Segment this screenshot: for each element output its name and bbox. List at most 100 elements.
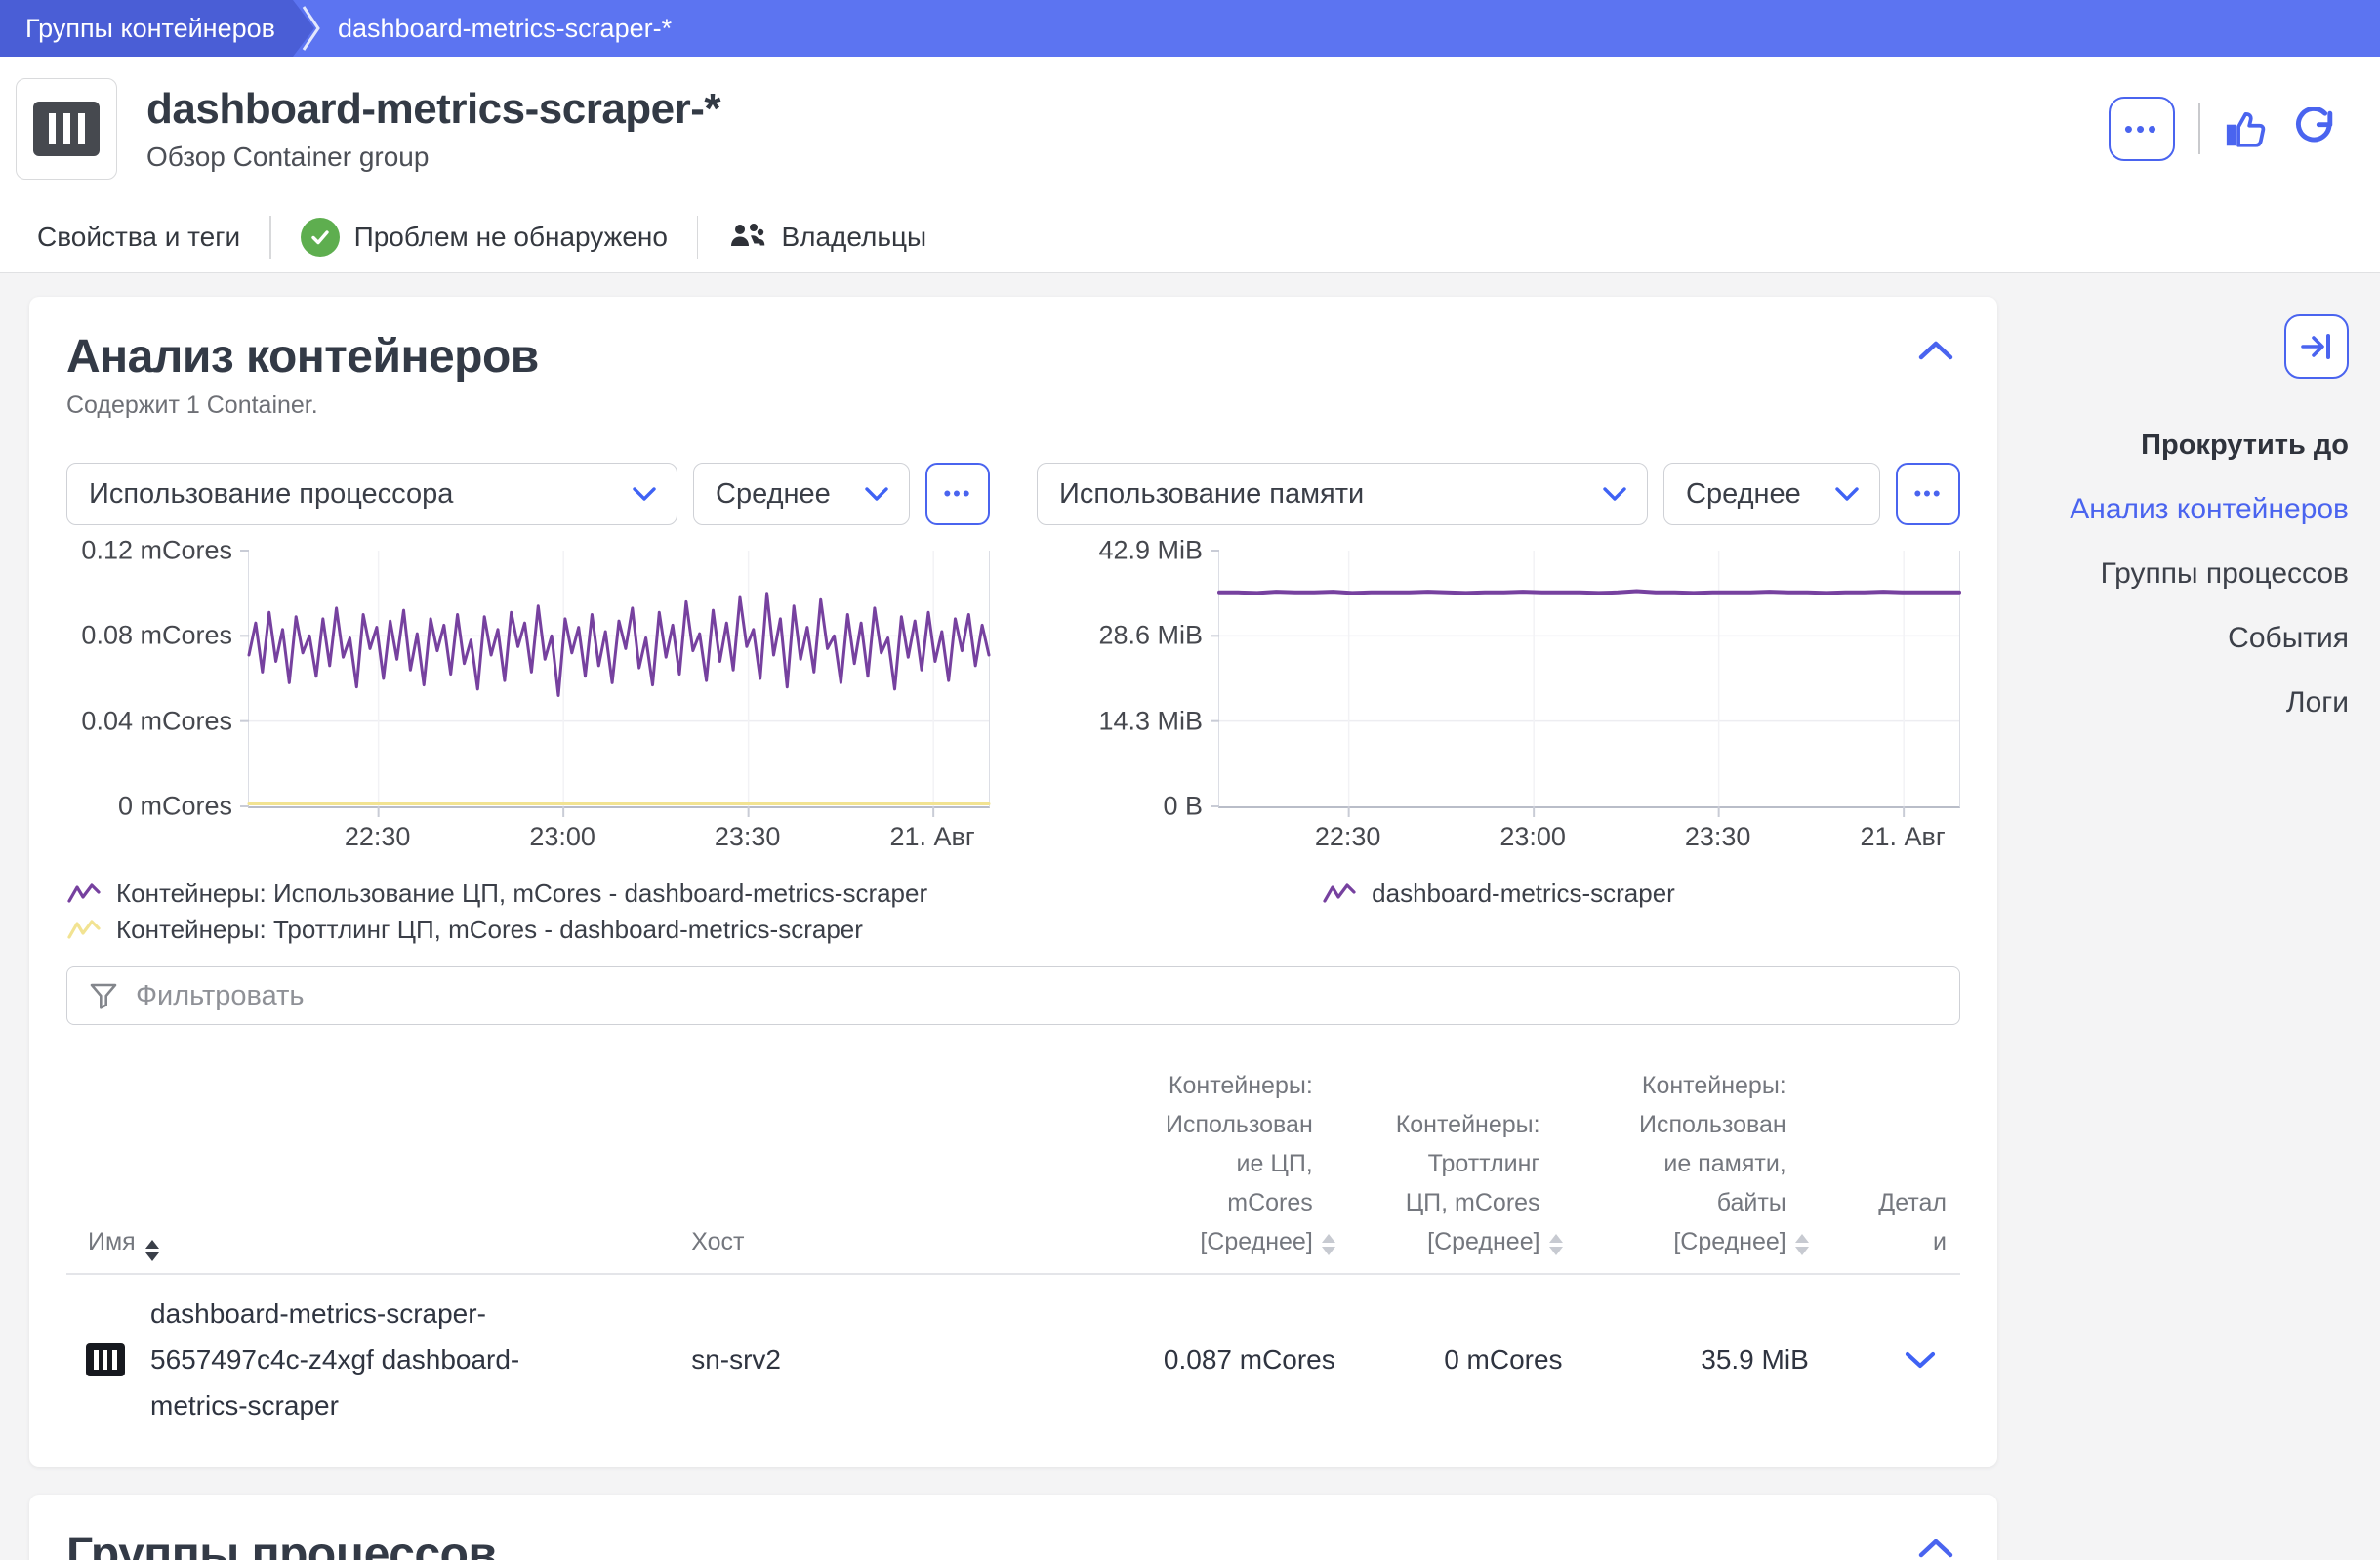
- memory-metric-select-value: Использование памяти: [1059, 478, 1364, 511]
- legend-cpu-throttling-label: Контейнеры: Троттлинг ЦП, mCores - dashb…: [116, 915, 863, 945]
- container-analysis-subtitle: Содержит 1 Container.: [66, 391, 539, 420]
- row-throttling-value: 0 mCores: [1335, 1344, 1563, 1375]
- owners-icon: [727, 221, 766, 254]
- column-header-throttling[interactable]: Контейнеры: Троттлинг ЦП, mCores [Средне…: [1335, 1105, 1563, 1261]
- column-header-memory-label: Контейнеры: Использован ие памяти, байты…: [1639, 1066, 1786, 1261]
- filter-icon: [89, 981, 118, 1010]
- sort-icon: [145, 1240, 159, 1261]
- scroll-link-process-groups[interactable]: Группы процессов: [1997, 557, 2349, 591]
- actions-divider: [2198, 103, 2200, 154]
- breadcrumb-current[interactable]: dashboard-metrics-scraper-*: [338, 0, 672, 57]
- legend-cpu-usage-label: Контейнеры: Использование ЦП, mCores - d…: [116, 879, 927, 909]
- cpu-aggregation-select-value: Среднее: [716, 478, 831, 511]
- breadcrumb-label: Группы контейнеров: [25, 14, 275, 44]
- scroll-nav-title: Прокрутить до: [1997, 430, 2349, 462]
- collapse-section-button[interactable]: [1911, 1532, 1960, 1560]
- line-series-icon: [1322, 882, 1357, 907]
- cpu-usage-chart: 0.12 mCores0.08 mCores0.04 mCores0 mCore…: [66, 551, 990, 853]
- tab-divider: [269, 216, 271, 259]
- legend-cpu-usage[interactable]: Контейнеры: Использование ЦП, mCores - d…: [66, 879, 990, 909]
- chevron-down-icon: [1602, 486, 1627, 502]
- page-subtitle: Обзор Container group: [146, 142, 2109, 173]
- tab-owners[interactable]: Владельцы: [727, 221, 926, 254]
- more-actions-button[interactable]: •••: [2109, 97, 2175, 161]
- sort-icon: [1322, 1234, 1335, 1255]
- legend-memory-usage[interactable]: dashboard-metrics-scraper: [1322, 879, 1675, 909]
- chevron-down-icon: [632, 486, 657, 502]
- tab-divider: [697, 216, 699, 259]
- check-circle-icon: [301, 218, 340, 257]
- sort-icon: [1795, 1234, 1809, 1255]
- column-header-host[interactable]: Хост: [691, 1222, 1088, 1261]
- table-row: dashboard-metrics-scraper- 5657497c4c-z4…: [66, 1275, 1960, 1456]
- memory-chart-plot: [1218, 551, 1960, 808]
- cpu-chart-more-button[interactable]: •••: [925, 463, 990, 525]
- column-header-details-label: Детал и: [1878, 1189, 1947, 1255]
- container-analysis-title: Анализ контейнеров: [66, 330, 539, 384]
- cpu-chart-plot: [248, 551, 990, 808]
- cpu-chart-legend: Контейнеры: Использование ЦП, mCores - d…: [66, 873, 990, 945]
- containers-table-header: Имя Хост Контейнеры: Использован ие ЦП, …: [66, 1066, 1960, 1275]
- memory-usage-chart: 42.9 MiB28.6 MiB14.3 MiB0 B 22:3023:0023…: [1037, 551, 1960, 853]
- line-series-icon: [66, 882, 102, 907]
- legend-memory-usage-label: dashboard-metrics-scraper: [1372, 879, 1675, 909]
- column-header-name-label: Имя: [88, 1222, 136, 1261]
- memory-chart-y-axis: 42.9 MiB28.6 MiB14.3 MiB0 B: [1037, 551, 1218, 808]
- scroll-link-events[interactable]: События: [1997, 622, 2349, 655]
- collapse-section-button[interactable]: [1911, 334, 1960, 367]
- entity-header: dashboard-metrics-scraper-* Обзор Contai…: [0, 57, 2380, 201]
- row-host: sn-srv2: [691, 1344, 1088, 1375]
- filter-box: [66, 966, 1960, 1025]
- tab-properties-and-tags[interactable]: Свойства и теги: [37, 222, 240, 253]
- row-memory-value: 35.9 MiB: [1563, 1344, 1809, 1375]
- process-groups-title: Группы процессов: [66, 1528, 497, 1560]
- cpu-metric-select[interactable]: Использование процессора: [66, 463, 677, 525]
- row-container-name: dashboard-metrics-scraper- 5657497c4c-z4…: [150, 1291, 519, 1428]
- row-cpu-value: 0.087 mCores: [1089, 1344, 1335, 1375]
- tab-problems-label: Проблем не обнаружено: [354, 222, 668, 253]
- column-header-details: Детал и: [1809, 1144, 1960, 1261]
- collapse-rail-button[interactable]: [2284, 314, 2349, 379]
- tab-problems[interactable]: Проблем не обнаружено: [301, 218, 668, 257]
- container-group-icon: [16, 78, 117, 180]
- containers-table: Имя Хост Контейнеры: Использован ие ЦП, …: [66, 1066, 1960, 1456]
- memory-chart-legend: dashboard-metrics-scraper: [1037, 873, 1960, 945]
- scroll-link-logs[interactable]: Логи: [1997, 686, 2349, 719]
- legend-cpu-throttling[interactable]: Контейнеры: Троттлинг ЦП, mCores - dashb…: [66, 915, 990, 945]
- breadcrumb-container-groups[interactable]: Группы контейнеров: [0, 0, 314, 57]
- cpu-chart-y-axis: 0.12 mCores0.08 mCores0.04 mCores0 mCore…: [66, 551, 248, 808]
- container-icon: [86, 1343, 125, 1376]
- tab-owners-label: Владельцы: [781, 222, 926, 253]
- breadcrumb-current-label: dashboard-metrics-scraper-*: [338, 14, 672, 44]
- memory-aggregation-select-value: Среднее: [1686, 478, 1801, 511]
- entity-tabbar: Свойства и теги Проблем не обнаружено Вл…: [0, 201, 2380, 273]
- chevron-down-icon: [864, 486, 889, 502]
- line-series-icon: [66, 918, 102, 943]
- page-title: dashboard-metrics-scraper-*: [146, 85, 2109, 134]
- row-expand-chevron-icon[interactable]: [1904, 1350, 1937, 1370]
- cpu-chart-x-axis: 22:3023:0023:3021. Авг: [248, 808, 990, 853]
- column-header-name[interactable]: Имя: [66, 1222, 691, 1261]
- sort-icon: [1549, 1234, 1563, 1255]
- memory-metric-select[interactable]: Использование памяти: [1037, 463, 1648, 525]
- chevron-down-icon: [1834, 486, 1860, 502]
- process-groups-card: Группы процессов Содержит 1 Группа проце…: [29, 1495, 1997, 1560]
- memory-chart-more-button[interactable]: •••: [1896, 463, 1960, 525]
- cpu-aggregation-select[interactable]: Среднее: [693, 463, 910, 525]
- cpu-metric-select-value: Использование процессора: [89, 478, 453, 511]
- thumbs-up-icon[interactable]: [2224, 107, 2269, 150]
- breadcrumb: Группы контейнеров dashboard-metrics-scr…: [0, 0, 2380, 57]
- scroll-nav-rail: Прокрутить до Анализ контейнеров Группы …: [1997, 273, 2380, 719]
- memory-aggregation-select[interactable]: Среднее: [1663, 463, 1880, 525]
- tab-properties-label: Свойства и теги: [37, 222, 240, 253]
- container-analysis-card: Анализ контейнеров Содержит 1 Container.…: [29, 297, 1997, 1467]
- column-header-cpu[interactable]: Контейнеры: Использован ие ЦП, mCores [С…: [1089, 1066, 1335, 1261]
- column-header-throttling-label: Контейнеры: Троттлинг ЦП, mCores [Средне…: [1396, 1105, 1540, 1261]
- column-header-cpu-label: Контейнеры: Использован ие ЦП, mCores [С…: [1166, 1066, 1313, 1261]
- memory-chart-x-axis: 22:3023:0023:3021. Авг: [1218, 808, 1960, 853]
- filter-input[interactable]: [136, 980, 1938, 1012]
- scroll-link-container-analysis[interactable]: Анализ контейнеров: [1997, 493, 2349, 526]
- refresh-icon[interactable]: [2292, 107, 2337, 150]
- column-header-host-label: Хост: [691, 1228, 744, 1255]
- column-header-memory[interactable]: Контейнеры: Использован ие памяти, байты…: [1563, 1066, 1809, 1261]
